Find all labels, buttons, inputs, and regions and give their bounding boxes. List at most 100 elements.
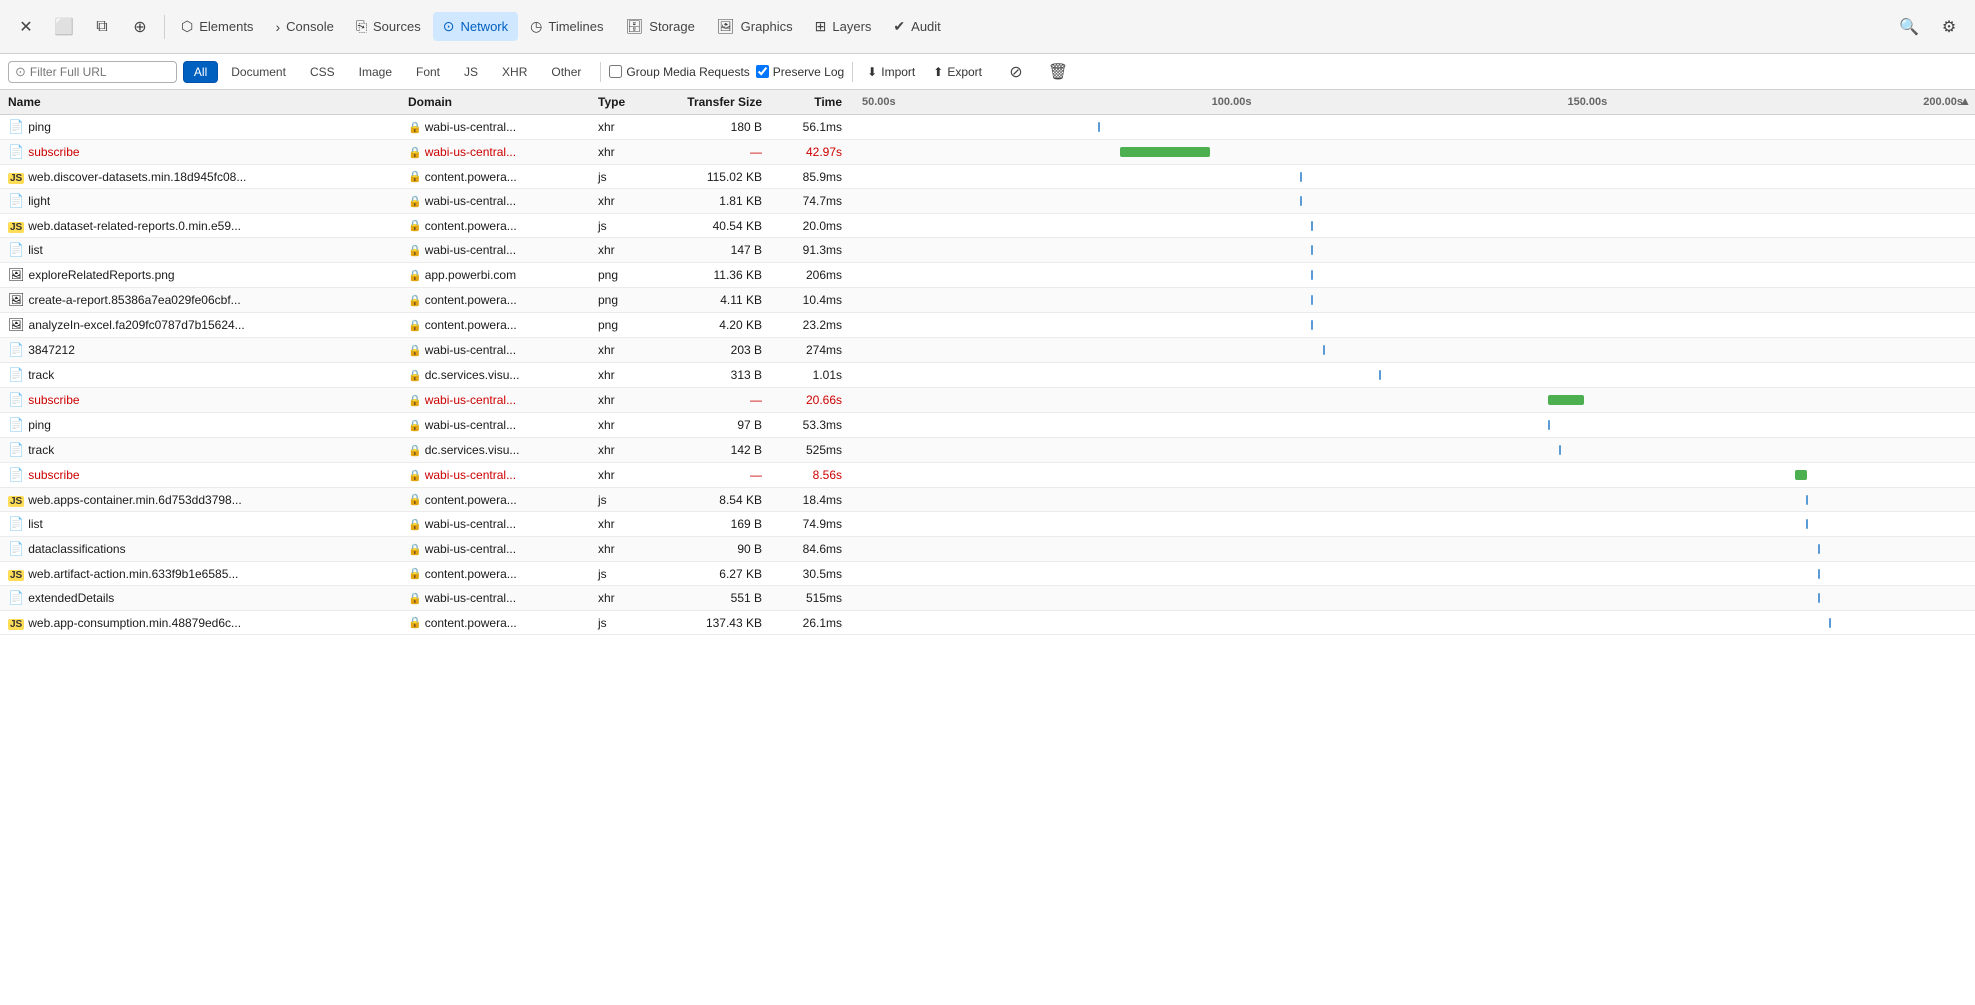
cell-size: 115.02 KB: [660, 165, 770, 189]
cell-name: 📄track: [0, 438, 400, 463]
search-button[interactable]: 🔍: [1891, 9, 1927, 45]
timeline-bar-container: [850, 439, 1975, 461]
close-button[interactable]: ✕: [8, 9, 44, 45]
table-row[interactable]: JSweb.discover-datasets.min.18d945fc08..…: [0, 165, 1975, 189]
table-row[interactable]: 📄list🔒wabi-us-central...xhr147 B91.3ms: [0, 238, 1975, 263]
cell-time: 20.0ms: [770, 214, 850, 238]
toolbar-tab-timelines[interactable]: ◷Timelines: [520, 12, 613, 41]
table-row[interactable]: 📄subscribe🔒wabi-us-central...xhr—42.97s: [0, 140, 1975, 165]
timeline-line: [1300, 172, 1302, 182]
cell-type: xhr: [590, 463, 660, 488]
row-domain-text: content.powera...: [425, 567, 517, 581]
dock2-button[interactable]: ⧉: [84, 9, 120, 45]
timeline-line: [1300, 196, 1302, 206]
timeline-line: [1311, 295, 1313, 305]
filter-btn-js[interactable]: JS: [453, 61, 489, 83]
filter-btn-css[interactable]: CSS: [299, 61, 346, 83]
toolbar-tab-storage[interactable]: 🗄Storage: [616, 12, 705, 41]
toolbar-tab-graphics[interactable]: 🖼Graphics: [707, 12, 803, 41]
cell-type: png: [590, 263, 660, 288]
lock-icon: 🔒: [408, 518, 422, 531]
cell-domain: 🔒dc.services.visu...: [400, 363, 590, 388]
group-media-label[interactable]: Group Media Requests: [609, 65, 749, 79]
table-row[interactable]: 🖼create-a-report.85386a7ea029fe06cbf...🔒…: [0, 288, 1975, 313]
table-row[interactable]: 📄ping🔒wabi-us-central...xhr97 B53.3ms: [0, 413, 1975, 438]
clear-button[interactable]: 🗑: [1040, 54, 1076, 90]
lock-icon: 🔒: [408, 121, 422, 134]
filter-btn-image[interactable]: Image: [348, 61, 403, 83]
col-header-name[interactable]: Name: [0, 90, 400, 115]
network-table-scroll[interactable]: Name Domain Type Transfer Size Time 50.0…: [0, 90, 1975, 1003]
table-row[interactable]: 🖼analyzeIn-excel.fa209fc0787d7b15624...🔒…: [0, 313, 1975, 338]
table-row[interactable]: JSweb.app-consumption.min.48879ed6c...🔒c…: [0, 611, 1975, 635]
table-row[interactable]: 🖼exploreRelatedReports.png🔒app.powerbi.c…: [0, 263, 1975, 288]
cell-type: js: [590, 562, 660, 586]
table-row[interactable]: JSweb.apps-container.min.6d753dd3798...🔒…: [0, 488, 1975, 512]
table-row[interactable]: 📄ping🔒wabi-us-central...xhr180 B56.1ms: [0, 115, 1975, 140]
cell-name: JSweb.app-consumption.min.48879ed6c...: [0, 611, 400, 635]
table-row[interactable]: 📄track🔒dc.services.visu...xhr313 B1.01s: [0, 363, 1975, 388]
dock-button[interactable]: ⬜: [46, 9, 82, 45]
timelines-label: Timelines: [548, 19, 603, 34]
cell-time: 20.66s: [770, 388, 850, 413]
target-button[interactable]: ⊕: [122, 9, 158, 45]
export-button[interactable]: ⬆ Export: [927, 62, 988, 82]
table-row[interactable]: 📄list🔒wabi-us-central...xhr169 B74.9ms: [0, 512, 1975, 537]
timeline-bar-container: [850, 289, 1975, 311]
row-domain-text: wabi-us-central...: [425, 542, 516, 556]
timeline-line: [1311, 320, 1313, 330]
cell-size: 180 B: [660, 115, 770, 140]
table-row[interactable]: 📄subscribe🔒wabi-us-central...xhr—8.56s: [0, 463, 1975, 488]
col-header-time[interactable]: Time: [770, 90, 850, 115]
row-domain-text: dc.services.visu...: [425, 443, 520, 457]
cell-name: JSweb.apps-container.min.6d753dd3798...: [0, 488, 400, 512]
table-row[interactable]: 📄subscribe🔒wabi-us-central...xhr—20.66s: [0, 388, 1975, 413]
row-domain-text: content.powera...: [425, 293, 517, 307]
import-button[interactable]: ⬇ Import: [861, 62, 921, 82]
cell-domain: 🔒wabi-us-central...: [400, 413, 590, 438]
size-dash: —: [750, 145, 762, 159]
table-row[interactable]: JSweb.artifact-action.min.633f9b1e6585..…: [0, 562, 1975, 586]
filter-off-button[interactable]: ⊘: [998, 54, 1034, 90]
table-row[interactable]: JSweb.dataset-related-reports.0.min.e59.…: [0, 214, 1975, 238]
lock-icon: 🔒: [408, 244, 422, 257]
col-header-timeline[interactable]: 50.00s 100.00s 150.00s 200.00s ▲: [850, 90, 1975, 115]
row-domain-text: wabi-us-central...: [425, 145, 516, 159]
toolbar-tab-audit[interactable]: ✔Audit: [883, 12, 950, 41]
toolbar-tab-console[interactable]: ›Console: [265, 12, 343, 41]
table-row[interactable]: 📄light🔒wabi-us-central...xhr1.81 KB74.7m…: [0, 189, 1975, 214]
toolbar-tab-elements[interactable]: ⬡Elements: [171, 12, 263, 41]
cell-time: 30.5ms: [770, 562, 850, 586]
toolbar-tab-sources[interactable]: ⎘Sources: [346, 12, 431, 41]
lock-icon: 🔒: [408, 344, 422, 357]
filter-btn-other[interactable]: Other: [540, 61, 592, 83]
filter-btn-font[interactable]: Font: [405, 61, 451, 83]
timeline-collapse-button[interactable]: ▲: [1959, 94, 1971, 108]
filter-input[interactable]: [30, 65, 170, 79]
row-name-text: subscribe: [28, 145, 79, 159]
col-header-size[interactable]: Transfer Size: [660, 90, 770, 115]
table-row[interactable]: 📄dataclassifications🔒wabi-us-central...x…: [0, 537, 1975, 562]
preserve-log-label[interactable]: Preserve Log: [756, 65, 844, 79]
row-name-text: track: [28, 368, 54, 382]
group-media-checkbox[interactable]: [609, 65, 622, 78]
lock-icon: 🔒: [408, 469, 422, 482]
table-row[interactable]: 📄3847212🔒wabi-us-central...xhr203 B274ms: [0, 338, 1975, 363]
cell-name: 🖼analyzeIn-excel.fa209fc0787d7b15624...: [0, 313, 400, 338]
table-row[interactable]: 📄extendedDetails🔒wabi-us-central...xhr55…: [0, 586, 1975, 611]
col-header-domain[interactable]: Domain: [400, 90, 590, 115]
table-row[interactable]: 📄track🔒dc.services.visu...xhr142 B525ms: [0, 438, 1975, 463]
preserve-log-checkbox[interactable]: [756, 65, 769, 78]
row-domain-text: content.powera...: [425, 493, 517, 507]
filter-btn-all[interactable]: All: [183, 61, 218, 83]
cell-timeline: [850, 214, 1975, 238]
filter-btn-xhr[interactable]: XHR: [491, 61, 538, 83]
filter-btn-document[interactable]: Document: [220, 61, 297, 83]
toolbar-tab-layers[interactable]: ⊞Layers: [805, 12, 882, 41]
cell-timeline: [850, 537, 1975, 562]
settings-button[interactable]: ⚙: [1931, 9, 1967, 45]
cell-domain: 🔒wabi-us-central...: [400, 463, 590, 488]
col-header-type[interactable]: Type: [590, 90, 660, 115]
cell-size: 169 B: [660, 512, 770, 537]
toolbar-tab-network[interactable]: ⊙Network: [433, 12, 518, 41]
